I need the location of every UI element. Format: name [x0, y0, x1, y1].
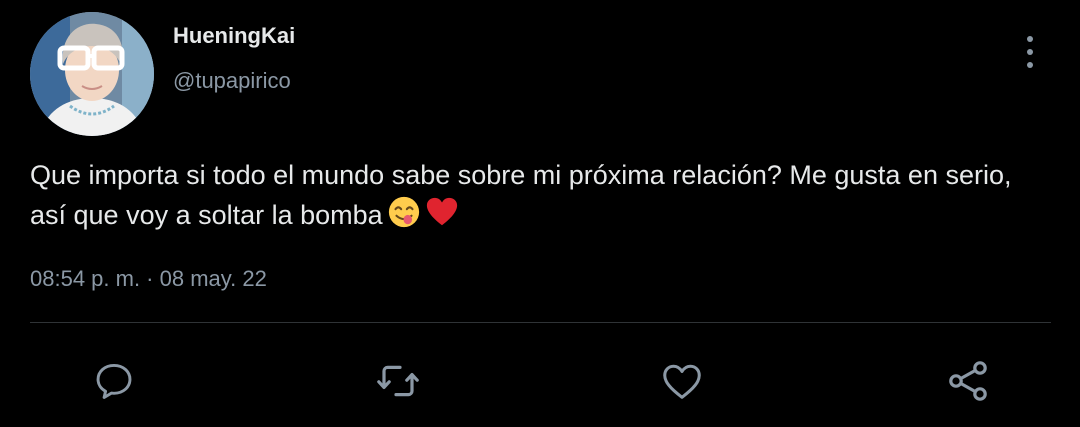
author-display-name[interactable]: HueningKai [173, 23, 295, 49]
retweet-icon [377, 365, 419, 397]
more-vertical-icon-dot [1027, 62, 1033, 68]
share-button[interactable] [944, 357, 992, 405]
heart-icon [663, 364, 701, 399]
reply-icon [96, 363, 132, 399]
red-heart-emoji-icon [426, 197, 457, 226]
more-vertical-icon-dot [1027, 49, 1033, 55]
share-icon [949, 361, 987, 401]
author-handle[interactable]: @tupapirico [173, 68, 291, 94]
tweet-detail: HueningKai @tupapirico Que importa si to… [0, 0, 1080, 427]
tweet-body: Que importa si todo el mundo sabe sobre … [30, 156, 1040, 235]
profile-photo-icon [30, 12, 154, 136]
more-options-button[interactable] [1016, 36, 1044, 68]
tweet-timestamp[interactable]: 08:54 p. m. · 08 may. 22 [30, 266, 267, 292]
avatar[interactable] [30, 12, 154, 136]
retweet-button[interactable] [374, 357, 422, 405]
divider [30, 322, 1051, 323]
tweet-text: Que importa si todo el mundo sabe sobre … [30, 160, 1020, 230]
face-savoring-food-emoji-icon [388, 196, 419, 228]
reply-button[interactable] [90, 357, 138, 405]
like-button[interactable] [658, 357, 706, 405]
more-vertical-icon [1027, 36, 1033, 42]
